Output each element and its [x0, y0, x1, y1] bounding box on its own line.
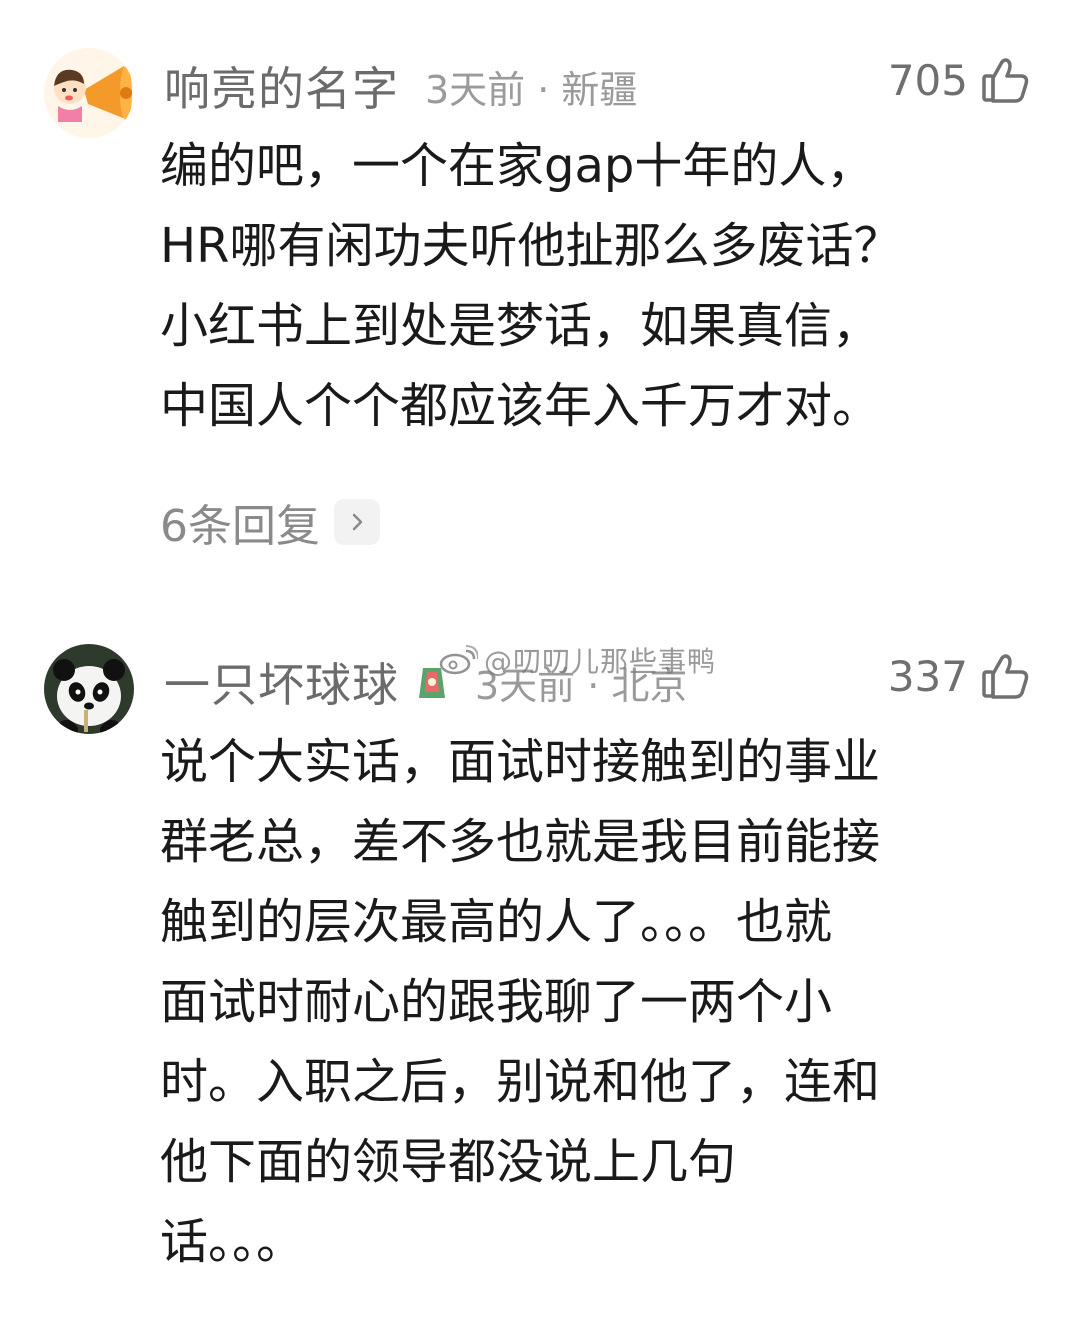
- comment-line: 他下面的领导都没说上几句: [160, 1134, 737, 1190]
- comment-page: 响亮的名字 3天前 · 新疆 705 编的吧，一个在家gap十年的人， HR哪有…: [0, 0, 1080, 1324]
- chevron-right-icon: [334, 499, 380, 545]
- like-button[interactable]: 705: [888, 50, 1032, 110]
- comment-meta: 3天前 · 新疆: [425, 67, 638, 112]
- comment-meta: 3天前 · 北京: [475, 663, 688, 708]
- like-button[interactable]: 337: [888, 646, 1032, 706]
- comment-line: 话。。。: [160, 1214, 305, 1270]
- username[interactable]: 一只坏球球: [164, 649, 399, 715]
- comment-line: HR哪有闲功夫听他扯那么多废话？: [160, 218, 902, 274]
- comment-line: 群老总，差不多也就是我目前能接: [160, 814, 881, 870]
- username[interactable]: 响亮的名字: [164, 53, 399, 119]
- avatar[interactable]: [44, 644, 134, 734]
- like-count: 705: [887, 55, 968, 105]
- thumbs-up-icon: [982, 654, 1029, 699]
- comment-line: 中国人个个都应该年入千万才对。: [160, 378, 881, 434]
- view-replies-button[interactable]: 6条回复: [160, 492, 380, 552]
- comment-line: 小红书上到处是梦话，如果真信，: [160, 298, 881, 354]
- comment-line: 编的吧，一个在家gap十年的人，: [160, 138, 875, 194]
- decorative-badge-icon: [419, 668, 445, 698]
- comment-line: 说个大实话，面试时接触到的事业: [160, 734, 881, 790]
- comment-line: 时。入职之后，别说和他了，连和: [160, 1054, 881, 1110]
- comment-body: 说个大实话，面试时接触到的事业 群老总，差不多也就是我目前能接 触到的层次最高的…: [160, 722, 1020, 1282]
- avatar[interactable]: [44, 48, 134, 138]
- thumbs-up-icon: [982, 58, 1029, 103]
- comment-body: 编的吧，一个在家gap十年的人， HR哪有闲功夫听他扯那么多废话？ 小红书上到处…: [160, 126, 1020, 446]
- comment-line: 面试时耐心的跟我聊了一两个小: [160, 974, 833, 1030]
- like-count: 337: [887, 651, 968, 701]
- comment-line: 触到的层次最高的人了。。。也就: [160, 894, 833, 950]
- replies-label: 6条回复: [160, 501, 320, 552]
